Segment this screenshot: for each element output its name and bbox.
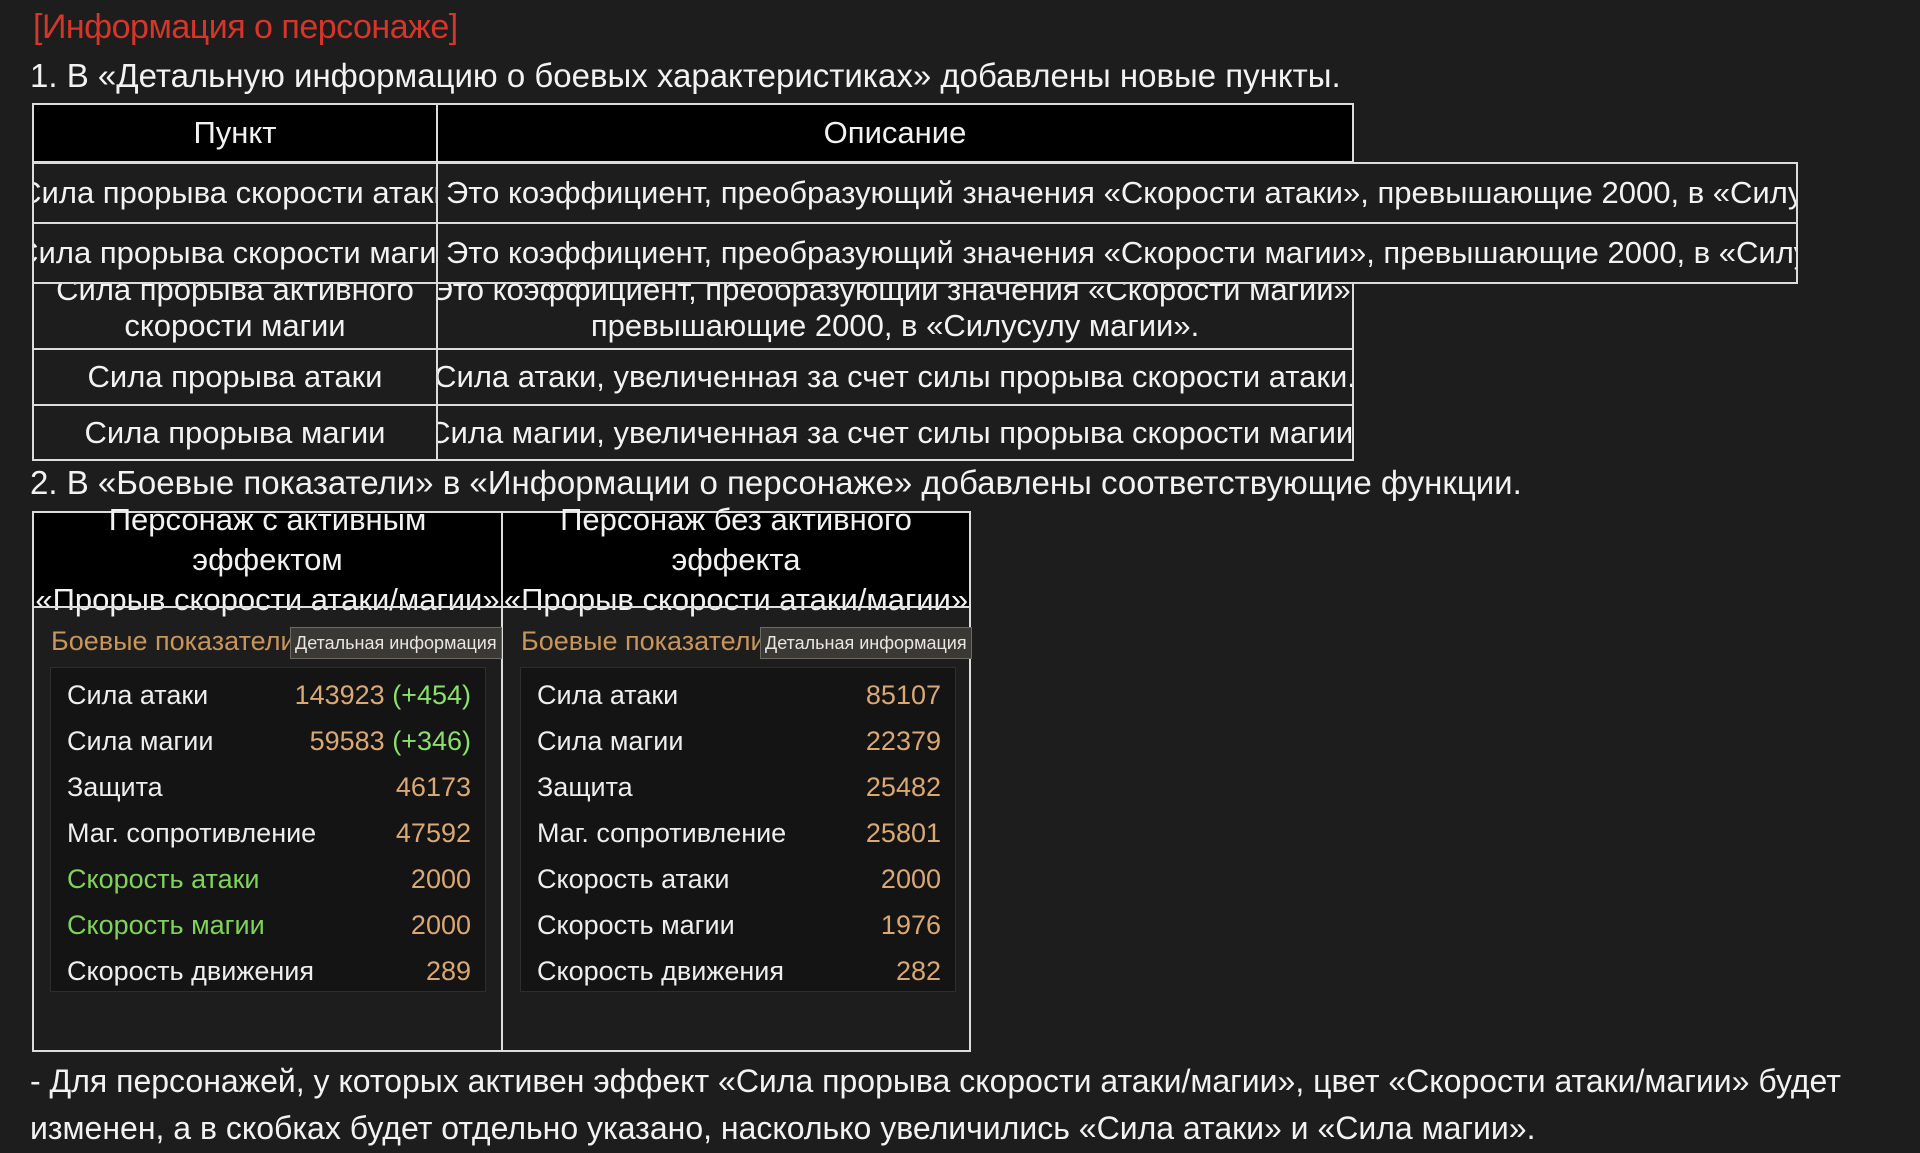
stat-row: Защита 25482 — [521, 766, 955, 812]
column-divider — [501, 513, 503, 1050]
stat-label: Скорость атаки — [67, 864, 260, 894]
header-line: «Прорыв скорости атаки/магии» — [503, 581, 969, 617]
combat-stats-title: Боевые показатели — [521, 626, 766, 656]
detail-info-button[interactable]: Детальная информация — [760, 627, 972, 659]
table-row-item: Сила прорыва магии — [32, 404, 438, 461]
stat-row: Скорость магии 2000 — [51, 904, 485, 950]
stat-label: Сила атаки — [537, 680, 679, 710]
table-header-item: Пункт — [32, 103, 438, 163]
stat-label: Сила атаки — [67, 680, 209, 710]
table-row-description: Сила магии, увеличенная за счет силы про… — [436, 404, 1354, 461]
combat-stats-list: Сила атаки 85107 Сила магии 22379 Защита… — [520, 667, 956, 992]
point-2-text: 2. В «Боевые показатели» в «Информации о… — [30, 464, 1522, 501]
section-title: [Информация о персонаже] — [33, 8, 458, 46]
stat-row: Маг. сопротивление 25801 — [521, 812, 955, 858]
stat-label: Маг. сопротивление — [537, 818, 787, 848]
stat-value: 85107 — [865, 680, 941, 710]
stat-value: 47592 — [395, 818, 471, 848]
stat-label: Скорость магии — [67, 910, 265, 940]
combat-stats-title: Боевые показатели — [51, 626, 296, 656]
left-column-header: Персонаж с активным эффектом «Прорыв ско… — [34, 502, 501, 617]
stat-value: 46173 — [395, 772, 471, 802]
stat-value: 25482 — [865, 772, 941, 802]
stat-value: 1976 — [880, 910, 941, 940]
stat-row: Скорость атаки 2000 — [521, 858, 955, 904]
stat-value: 289 — [425, 956, 471, 986]
stat-bonus: (+454) — [392, 680, 471, 710]
header-line: «Прорыв скорости атаки/магии» — [35, 581, 500, 617]
stat-row: Сила атаки 143923 (+454) — [51, 674, 485, 720]
stat-bonus: (+346) — [392, 726, 471, 756]
row-item-line: скорости магии — [124, 308, 346, 343]
header-line: Персонаж без активного эффекта — [560, 501, 912, 577]
stat-row: Сила магии 22379 — [521, 720, 955, 766]
stat-row: Маг. сопротивление 47592 — [51, 812, 485, 858]
table-row-description: Сила атаки, увеличенная за счет силы про… — [436, 348, 1354, 406]
stat-value: 282 — [895, 956, 941, 986]
stat-value: 2000 — [410, 864, 471, 894]
stat-value: 2000 — [880, 864, 941, 894]
stat-label: Сила магии — [67, 726, 214, 756]
stat-value: 25801 — [865, 818, 941, 848]
stat-number: 143923 — [294, 680, 385, 710]
footnote: - Для персонажей, у которых активен эффе… — [30, 1063, 1841, 1146]
stat-row: Сила атаки 85107 — [521, 674, 955, 720]
stat-label: Маг. сопротивление — [67, 818, 317, 848]
stat-row: Защита 46173 — [51, 766, 485, 812]
table-row-item: Сила прорыва скорости магии — [32, 222, 438, 284]
stat-value: 2000 — [410, 910, 471, 940]
stat-label: Скорость магии — [537, 910, 735, 940]
stat-label: Сила магии — [537, 726, 684, 756]
stat-value: 143923 (+454) — [295, 680, 471, 711]
table-header-description: Описание — [436, 103, 1354, 163]
stat-label: Скорость движения — [537, 956, 784, 986]
table-row-item: Сила прорыва скорости атаки — [32, 162, 438, 224]
combat-stats-list: Сила атаки 143923 (+454) Сила магии 5958… — [50, 667, 486, 992]
table-row-item: Сила прорыва атаки — [32, 348, 438, 406]
detail-info-button[interactable]: Детальная информация — [290, 627, 502, 659]
stat-row: Скорость движения 289 — [51, 950, 485, 996]
table-row-description: Это коэффициент, преобразующий значения … — [436, 162, 1798, 224]
header-line: Персонаж с активным эффектом — [108, 501, 427, 577]
stat-label: Скорость движения — [67, 956, 314, 986]
stat-row: Скорость движения 282 — [521, 950, 955, 996]
stat-row: Скорость атаки 2000 — [51, 858, 485, 904]
stat-number: 59583 — [309, 726, 385, 756]
table-row-description: Это коэффициент, преобразующий значения … — [436, 222, 1798, 284]
stat-value: 59583 (+346) — [310, 726, 471, 757]
stat-value: 22379 — [865, 726, 941, 756]
right-column-header: Персонаж без активного эффекта «Прорыв с… — [503, 502, 969, 617]
stat-label: Защита — [67, 772, 163, 802]
stat-row: Скорость магии 1976 — [521, 904, 955, 950]
row-desc-line: превышающие 2000, в «Силусулу магии». — [590, 308, 1200, 343]
stat-label: Защита — [537, 772, 633, 802]
stat-row: Сила магии 59583 (+346) — [51, 720, 485, 766]
point-1-text: 1. В «Детальную информацию о боевых хара… — [30, 57, 1341, 94]
stat-label: Скорость атаки — [537, 864, 730, 894]
